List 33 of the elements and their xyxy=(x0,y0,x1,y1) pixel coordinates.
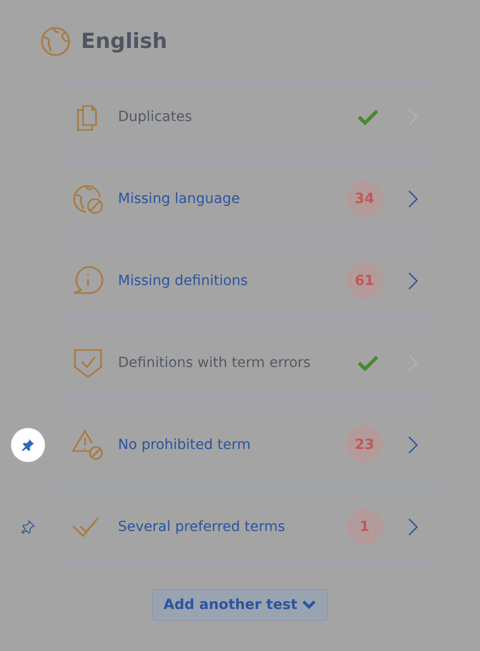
language-heading: English xyxy=(81,29,168,53)
check-icon xyxy=(358,108,378,124)
test-name: Definitions with term errors xyxy=(118,354,312,370)
pin-icon[interactable] xyxy=(20,520,34,534)
add-test-button[interactable]: Add another test xyxy=(152,589,328,621)
speech-info-icon xyxy=(72,264,104,296)
test-card[interactable]: No prohibited term 23 xyxy=(51,408,444,481)
chevron-right-icon xyxy=(408,436,418,454)
test-name: No prohibited term xyxy=(118,436,252,452)
test-card[interactable]: Missing definitions 61 xyxy=(51,244,444,317)
test-card[interactable]: Definitions with term errors xyxy=(51,326,444,399)
chevron-down-icon xyxy=(302,600,316,610)
shield-check-icon xyxy=(72,346,104,378)
globe-icon xyxy=(40,26,71,56)
test-card[interactable]: Several preferred terms 1 xyxy=(51,490,444,563)
error-count-badge: 34 xyxy=(346,180,383,217)
test-card[interactable]: Missing language 34 xyxy=(51,162,444,235)
test-card[interactable]: Duplicates xyxy=(51,80,444,153)
warning-ban-icon xyxy=(72,428,104,460)
pin-icon xyxy=(20,438,34,452)
test-name: Missing definitions xyxy=(118,272,249,288)
chevron-right-icon xyxy=(408,190,418,208)
error-count-badge: 23 xyxy=(346,426,383,463)
test-name: Several preferred terms xyxy=(118,518,286,534)
pin-button[interactable] xyxy=(10,428,44,462)
test-name: Missing language xyxy=(118,190,241,206)
check-icon xyxy=(358,354,378,370)
error-count-badge: 1 xyxy=(346,508,383,545)
test-name: Duplicates xyxy=(118,108,193,124)
chevron-right-icon xyxy=(408,518,418,536)
chevron-right-icon xyxy=(408,272,418,290)
error-count-badge: 61 xyxy=(346,262,383,299)
globe-ban-icon xyxy=(72,182,104,214)
